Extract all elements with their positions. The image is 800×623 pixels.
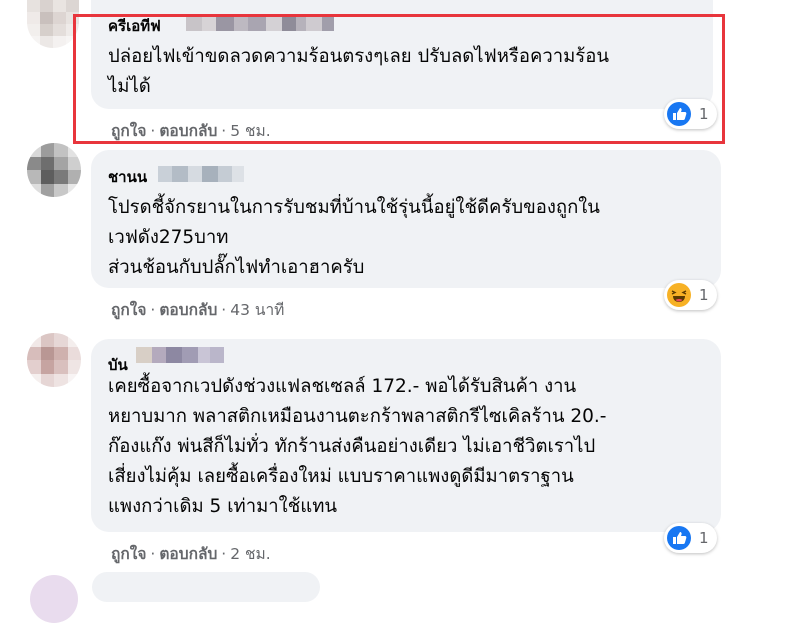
separator-dot: · — [150, 545, 156, 563]
like-button[interactable]: ถูกใจ — [111, 545, 146, 563]
author-name-redacted — [136, 347, 224, 363]
reaction-summary[interactable]: 1 — [664, 280, 717, 310]
comment-actions: ถูกใจ · ตอบกลับ · 2 ชม. — [111, 541, 271, 566]
comment-text: โปรดชี้จักรยานในการรับชมที่บ้านใช้รุ่นนี… — [108, 197, 600, 278]
comment-author[interactable]: ชานน — [108, 165, 147, 189]
reaction-summary[interactable]: 1 — [664, 523, 717, 553]
comment-time[interactable]: 43 นาที — [230, 301, 284, 319]
comment-actions: ถูกใจ · ตอบกลับ · 43 นาที — [111, 297, 284, 322]
separator-dot: · — [221, 301, 227, 319]
like-button[interactable]: ถูกใจ — [111, 301, 146, 319]
like-icon — [667, 526, 691, 550]
reply-button[interactable]: ตอบกลับ — [159, 301, 217, 319]
avatar[interactable] — [27, 333, 81, 387]
highlight-box — [73, 14, 725, 144]
comment-text: เคยซื้อจากเวปดังช่วงแฟลชเซลล์ 172.- พอได… — [108, 376, 607, 517]
avatar[interactable] — [27, 143, 81, 197]
author-name-redacted — [158, 166, 244, 182]
avatar[interactable] — [30, 575, 78, 623]
reply-button[interactable]: ตอบกลับ — [159, 545, 217, 563]
comment-bubble — [92, 572, 320, 602]
reaction-count: 1 — [699, 529, 709, 547]
haha-icon — [667, 283, 691, 307]
separator-dot: · — [221, 545, 227, 563]
comment-time[interactable]: 2 ชม. — [230, 545, 270, 563]
reaction-count: 1 — [699, 286, 709, 304]
avatar[interactable] — [27, 0, 79, 48]
separator-dot: · — [150, 301, 156, 319]
